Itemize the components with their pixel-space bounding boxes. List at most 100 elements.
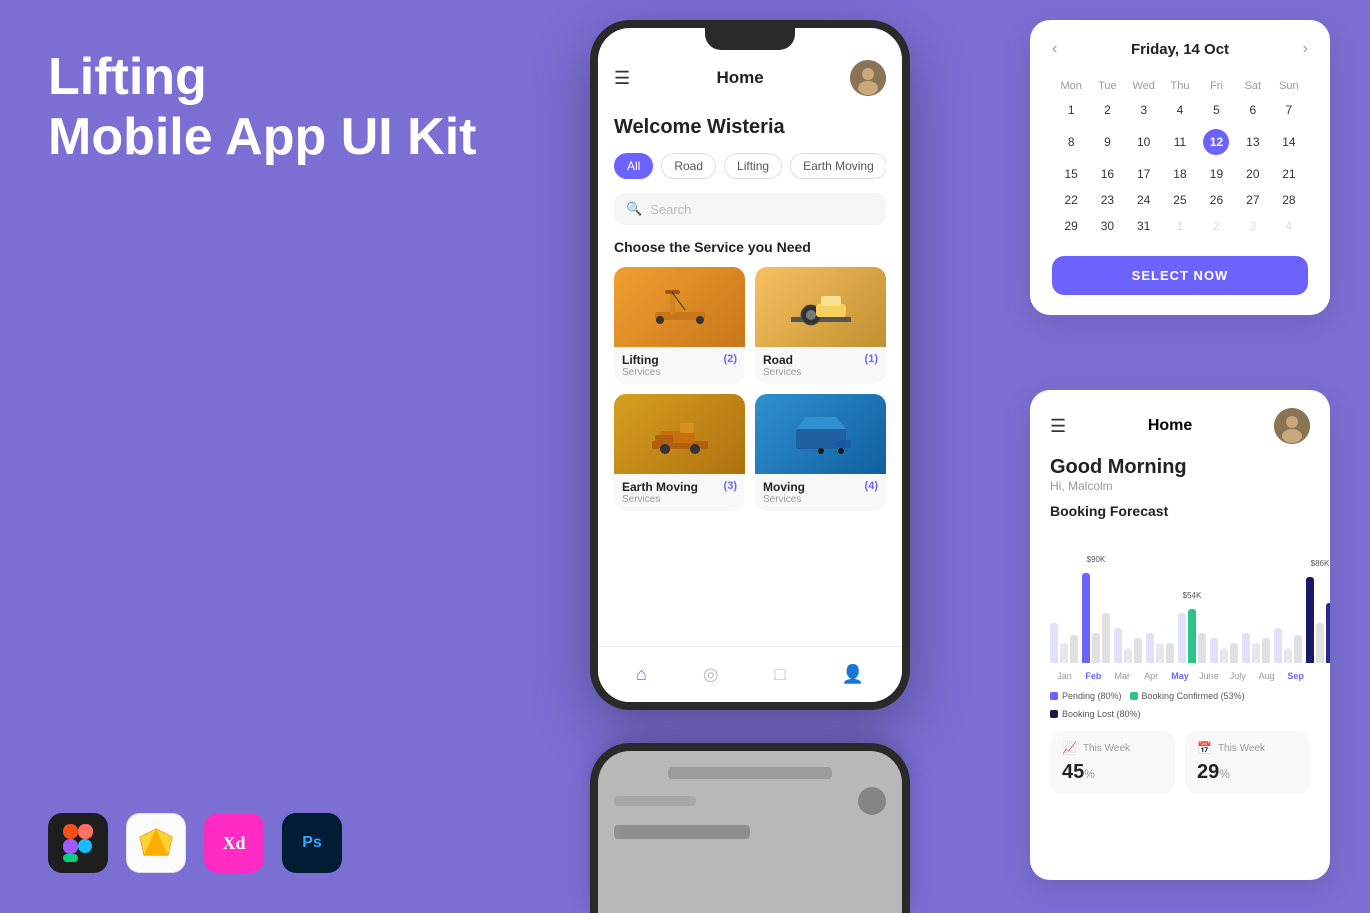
- bar-jan-lost: [1070, 635, 1078, 663]
- cal-date[interactable]: 15: [1054, 162, 1088, 186]
- profile-nav-icon[interactable]: 👤: [842, 664, 864, 685]
- dashboard-avatar[interactable]: [1274, 408, 1310, 444]
- calendar-card: ‹ Friday, 14 Oct › Mon Tue Wed Thu Fri S…: [1030, 20, 1330, 315]
- cal-day-thu: Thu: [1163, 76, 1197, 96]
- cal-date[interactable]: 26: [1199, 188, 1234, 212]
- legend-label-confirmed: Booking Confirmed (53%): [1142, 691, 1245, 701]
- filter-tab-lifting[interactable]: Lifting: [724, 153, 782, 179]
- cal-date[interactable]: 18: [1163, 162, 1197, 186]
- calendar-nav-icon[interactable]: □: [775, 664, 786, 685]
- calendar-next-button[interactable]: ›: [1303, 40, 1308, 58]
- service-card-moving[interactable]: Moving Services (4): [755, 394, 886, 511]
- moving-count: (4): [865, 480, 878, 492]
- bar-mar-pending: [1114, 628, 1122, 663]
- x-label-sep: Sep: [1281, 671, 1310, 681]
- bar-aug-lost: [1294, 635, 1302, 663]
- bar-group-jan: [1050, 623, 1078, 663]
- earth-count: (3): [724, 480, 737, 492]
- filter-tab-all[interactable]: All: [614, 153, 653, 179]
- bar-sep-pending: [1306, 577, 1314, 663]
- bottom-nav: ⌂ ◎ □ 👤: [598, 646, 902, 702]
- service-card-lifting[interactable]: Lifting Services (2): [614, 267, 745, 384]
- service-card-road[interactable]: Road Services (1): [755, 267, 886, 384]
- road-image: [755, 267, 886, 347]
- phone-bottom-inner: [598, 751, 902, 913]
- stat-header-1: 📈 This Week: [1062, 741, 1163, 755]
- bar-mar-confirmed: [1124, 648, 1132, 663]
- location-nav-icon[interactable]: ◎: [703, 664, 719, 685]
- moving-image: [755, 394, 886, 474]
- user-avatar[interactable]: [850, 60, 886, 96]
- cal-date[interactable]: 19: [1199, 162, 1234, 186]
- cal-date[interactable]: 28: [1272, 188, 1306, 212]
- cal-date[interactable]: 27: [1236, 188, 1270, 212]
- cal-date[interactable]: 1: [1054, 98, 1088, 122]
- cal-date[interactable]: 4: [1163, 98, 1197, 122]
- adobe-xd-icon: Xd: [204, 813, 264, 873]
- cal-date[interactable]: 7: [1272, 98, 1306, 122]
- cal-day-wed: Wed: [1126, 76, 1160, 96]
- cal-date[interactable]: 29: [1054, 214, 1088, 238]
- phone-mockup: ☰ Home Welcome Wisteria All Road Lifting…: [590, 20, 910, 760]
- road-count: (1): [865, 353, 878, 365]
- bar-july-pending: [1242, 633, 1250, 663]
- cal-date[interactable]: 31: [1126, 214, 1160, 238]
- cal-date-other[interactable]: 4: [1272, 214, 1306, 238]
- cal-date[interactable]: 10: [1126, 124, 1160, 160]
- cal-date-today[interactable]: 12: [1199, 124, 1234, 160]
- service-card-earth[interactable]: Earth Moving Services (3): [614, 394, 745, 511]
- dashboard-header: ☰ Home: [1050, 408, 1310, 444]
- cal-date-other[interactable]: 2: [1199, 214, 1234, 238]
- bar-june-pending: [1210, 638, 1218, 663]
- cal-date[interactable]: 6: [1236, 98, 1270, 122]
- cal-date[interactable]: 17: [1126, 162, 1160, 186]
- cal-day-tue: Tue: [1090, 76, 1124, 96]
- dashboard-card: ☰ Home Good Morning Hi, Malcolm Booking …: [1030, 390, 1330, 880]
- cal-date[interactable]: 21: [1272, 162, 1306, 186]
- cal-date-other[interactable]: 3: [1236, 214, 1270, 238]
- cal-date[interactable]: 23: [1090, 188, 1124, 212]
- bar-group-apr: [1146, 633, 1174, 663]
- cal-date[interactable]: 11: [1163, 124, 1197, 160]
- cal-date[interactable]: 5: [1199, 98, 1234, 122]
- chart-legend: Pending (80%) Booking Confirmed (53%) Bo…: [1050, 691, 1310, 719]
- cal-date[interactable]: 25: [1163, 188, 1197, 212]
- cal-date[interactable]: 2: [1090, 98, 1124, 122]
- bar-label-sep: $86K: [1306, 559, 1330, 568]
- calendar-header: ‹ Friday, 14 Oct ›: [1052, 40, 1308, 58]
- x-label-feb: Feb: [1079, 671, 1108, 681]
- dashboard-hamburger[interactable]: ☰: [1050, 416, 1066, 437]
- calendar-prev-button[interactable]: ‹: [1052, 40, 1057, 58]
- chart-x-labels: Jan Feb Mar Apr May June July Aug Sep: [1050, 671, 1310, 681]
- bar-label-may: $54K: [1178, 591, 1206, 600]
- bar-july-confirmed: [1252, 643, 1260, 663]
- welcome-text: Welcome Wisteria: [614, 116, 886, 139]
- bar-may-lost: [1198, 633, 1206, 663]
- hamburger-icon[interactable]: ☰: [614, 68, 630, 89]
- cal-date[interactable]: 30: [1090, 214, 1124, 238]
- bar-group-feb: $90K: [1082, 573, 1110, 663]
- cal-date[interactable]: 16: [1090, 162, 1124, 186]
- filter-tab-earth[interactable]: Earth Moving: [790, 153, 886, 179]
- cal-date[interactable]: 14: [1272, 124, 1306, 160]
- cal-date[interactable]: 8: [1054, 124, 1088, 160]
- lifting-image: [614, 267, 745, 347]
- filter-tab-road[interactable]: Road: [661, 153, 716, 179]
- cal-date[interactable]: 20: [1236, 162, 1270, 186]
- home-nav-icon[interactable]: ⌂: [636, 664, 647, 685]
- earth-card-info: Earth Moving Services (3): [614, 474, 745, 511]
- cal-date[interactable]: 24: [1126, 188, 1160, 212]
- legend-dot-lost: [1050, 710, 1058, 718]
- select-now-button[interactable]: SELECT NOW: [1052, 256, 1308, 295]
- cal-date-other[interactable]: 1: [1163, 214, 1197, 238]
- cal-date[interactable]: 9: [1090, 124, 1124, 160]
- search-bar[interactable]: 🔍 Search: [614, 193, 886, 225]
- cal-day-sat: Sat: [1236, 76, 1270, 96]
- cal-date[interactable]: 22: [1054, 188, 1088, 212]
- bar-label-feb: $90K: [1082, 555, 1110, 564]
- cal-day-mon: Mon: [1054, 76, 1088, 96]
- cal-date[interactable]: 13: [1236, 124, 1270, 160]
- cal-date[interactable]: 3: [1126, 98, 1160, 122]
- x-label-mar: Mar: [1108, 671, 1137, 681]
- hero-title: Lifting Mobile App UI Kit: [48, 48, 476, 168]
